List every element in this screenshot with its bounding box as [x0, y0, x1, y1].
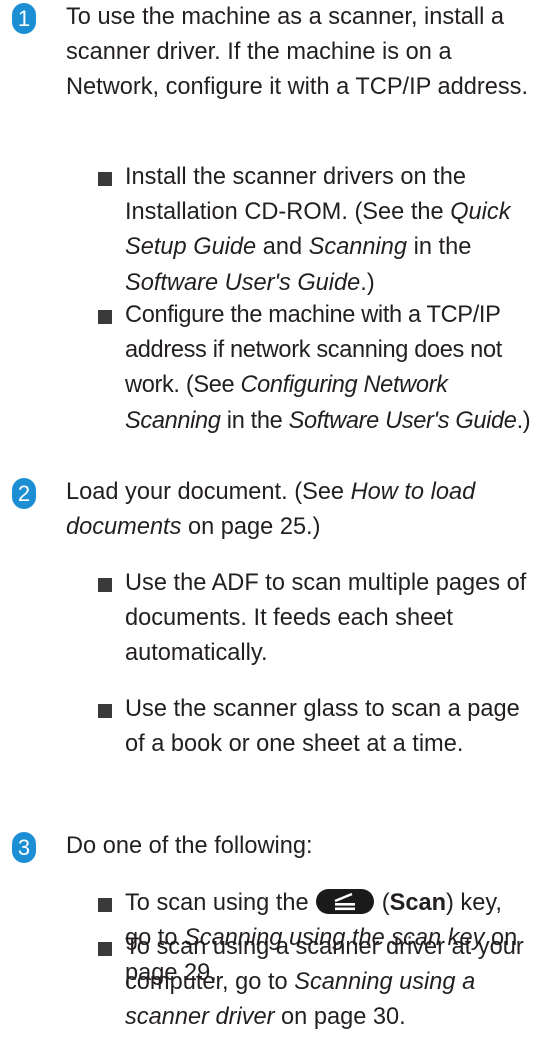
bullet-text: Configure the machine with a TCP/IP addr… — [125, 302, 531, 434]
square-bullet-icon — [98, 898, 112, 912]
step-number-badge: 3 — [12, 832, 36, 863]
square-bullet-icon — [98, 704, 112, 718]
square-bullet-icon — [98, 578, 112, 592]
square-bullet-icon — [98, 172, 112, 186]
step-number-badge: 1 — [12, 3, 36, 34]
square-bullet-icon — [98, 942, 112, 956]
square-bullet-icon — [98, 310, 112, 324]
step-1-text: To use the machine as a scanner, install… — [66, 4, 529, 101]
step-2-text: Load your document. (See How to load doc… — [66, 479, 476, 541]
step-3-text: Do one of the following: — [66, 833, 313, 859]
bullet-text: Install the scanner drivers on the Insta… — [125, 164, 511, 296]
bullet-text: Use the ADF to scan multiple pages of do… — [125, 570, 527, 667]
step-number-badge: 2 — [12, 478, 36, 509]
scan-key-icon — [316, 889, 375, 914]
bullet-text: To scan using a scanner driver at your c… — [125, 934, 524, 1031]
bullet-text: Use the scanner glass to scan a page of … — [125, 696, 520, 758]
